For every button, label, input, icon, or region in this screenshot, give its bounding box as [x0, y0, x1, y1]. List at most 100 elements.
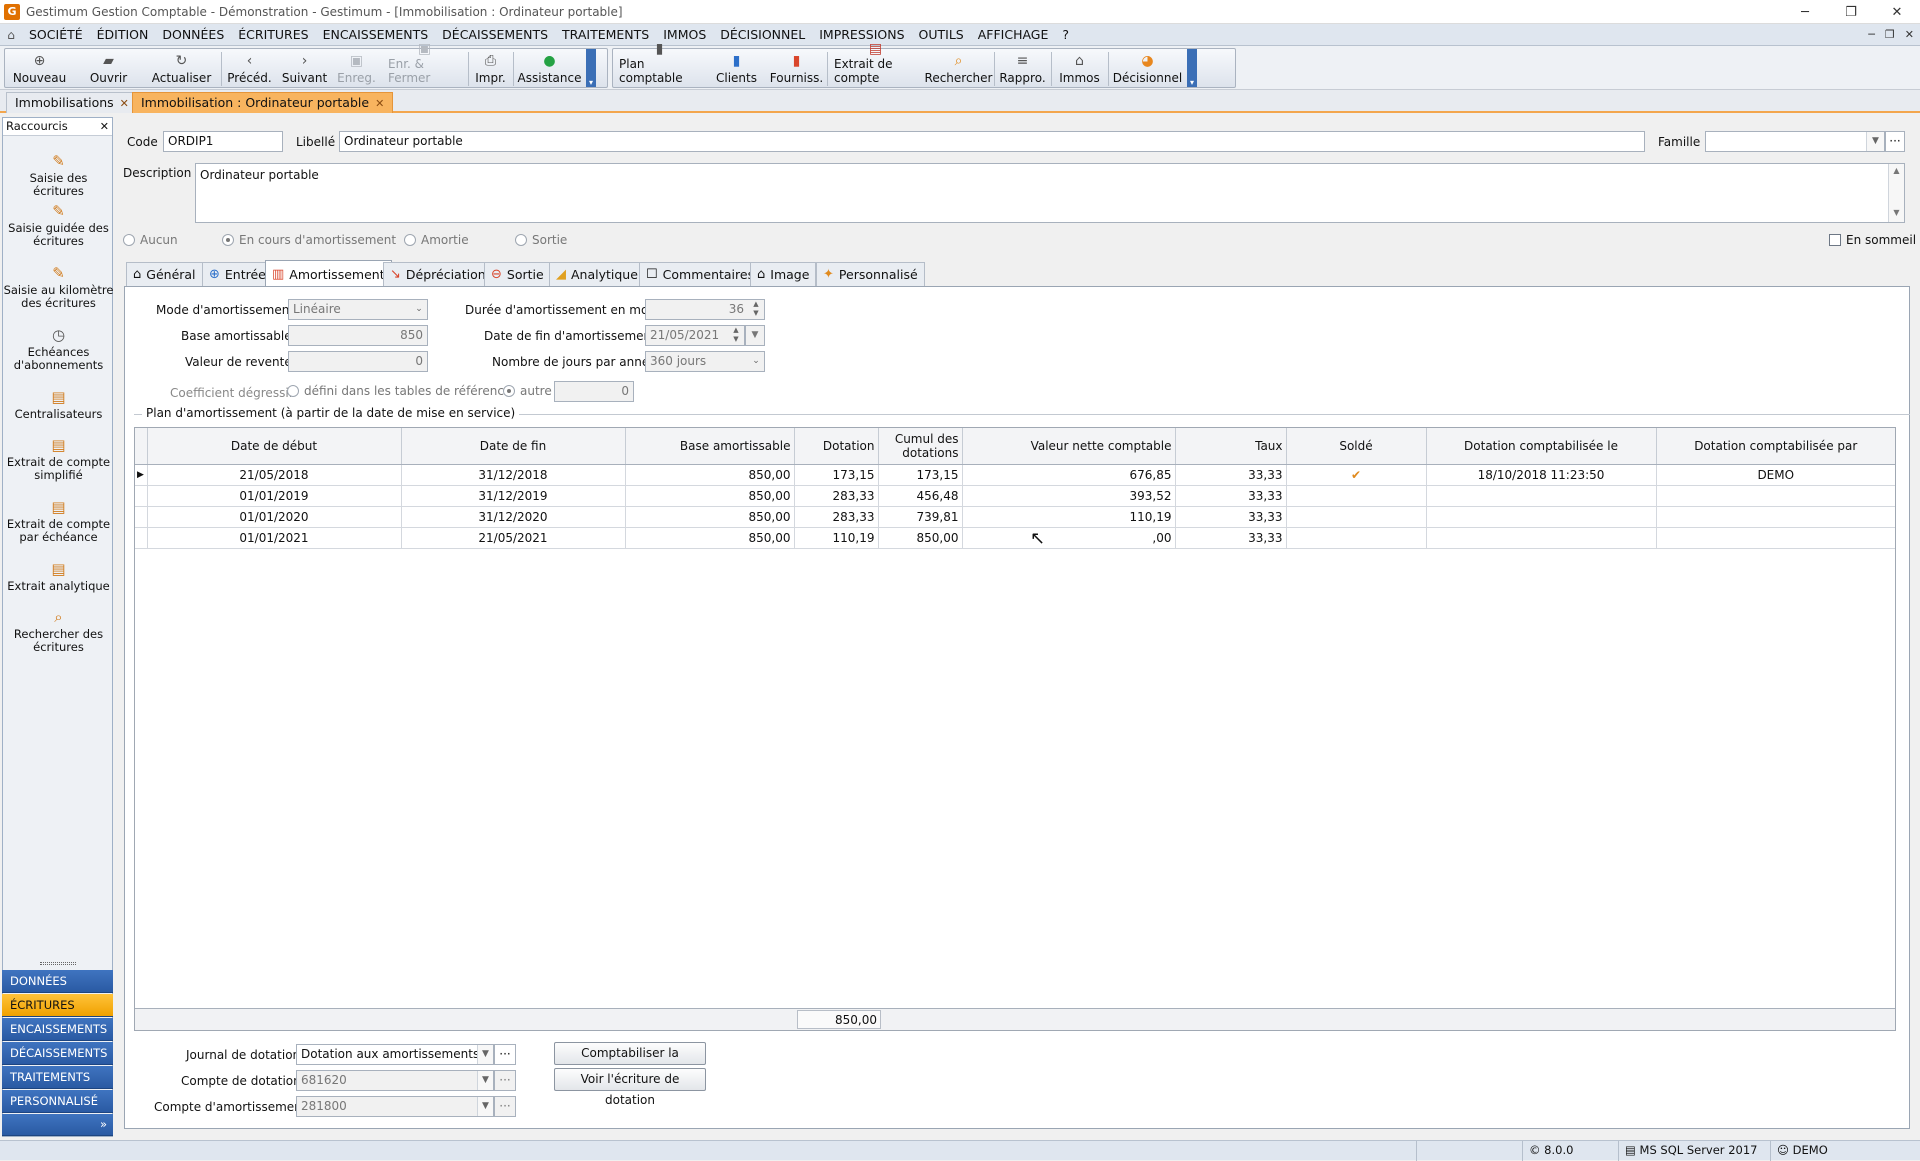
- duree-spinner[interactable]: 36 ▲ ▼: [645, 299, 765, 320]
- open-button[interactable]: ▰ Ouvrir: [75, 49, 143, 87]
- coef-tables-radio[interactable]: défini dans les tables de référence: [287, 384, 511, 398]
- revente-input[interactable]: 0: [288, 351, 428, 372]
- shortcut-saisie-guidee[interactable]: ✎ Saisie guidée des écritures: [3, 202, 114, 248]
- col-compta-par[interactable]: Dotation comptabilisée par: [1656, 428, 1895, 465]
- famille-select[interactable]: ▼: [1705, 131, 1885, 152]
- base-input[interactable]: 850: [288, 325, 428, 346]
- chevron-down-icon[interactable]: ▼: [477, 1097, 493, 1116]
- tab-general[interactable]: ⌂ Général: [126, 262, 203, 286]
- next-button[interactable]: › Suivant: [278, 49, 332, 87]
- shortcut-centralisateurs[interactable]: ▤ Centralisateurs: [3, 388, 114, 421]
- tab-immobilisations[interactable]: Immobilisations ✕: [6, 92, 138, 113]
- toolbar-overflow-icon[interactable]: ▾: [586, 49, 596, 87]
- splitter-handle[interactable]: [40, 962, 76, 965]
- menu-edition[interactable]: ÉDITION: [90, 24, 156, 46]
- close-tab-icon[interactable]: ✕: [375, 97, 384, 110]
- compte-dotation-browse-button[interactable]: ···: [494, 1070, 516, 1091]
- col-dotation[interactable]: Dotation: [794, 428, 879, 465]
- save-close-button[interactable]: ▣ Enr. & Fermer: [382, 41, 468, 87]
- chevron-down-icon[interactable]: ⌄: [411, 300, 427, 319]
- col-taux[interactable]: Taux: [1175, 428, 1287, 465]
- coef-input[interactable]: 0: [554, 381, 634, 402]
- shortcut-rechercher-ecritures[interactable]: ⌕ Rechercher des écritures: [3, 608, 114, 654]
- immos-button[interactable]: ⌂ Immos: [1052, 49, 1108, 87]
- mdi-close-icon[interactable]: ✕: [1905, 24, 1914, 46]
- mode-select[interactable]: Linéaire ⌄: [288, 299, 428, 320]
- search-button[interactable]: ⌕ Rechercher: [924, 49, 994, 87]
- col-date-debut[interactable]: Date de début: [147, 428, 402, 465]
- shortcut-echeances[interactable]: ◷ Echéances d'abonnements: [3, 326, 114, 372]
- tab-depreciation[interactable]: ↘ Dépréciation: [383, 262, 493, 286]
- plan-comptable-button[interactable]: ▮ Plan comptable: [613, 41, 707, 87]
- menu-societe[interactable]: SOCIÉTÉ: [22, 24, 90, 46]
- tab-personnalise[interactable]: ✦ Personnalisé: [816, 262, 925, 286]
- compte-amort-browse-button[interactable]: ···: [494, 1096, 516, 1117]
- menu-impressions[interactable]: IMPRESSIONS: [812, 24, 911, 46]
- shortcut-extrait-analytique[interactable]: ▤ Extrait analytique: [3, 560, 114, 593]
- col-vnc[interactable]: Valeur nette comptable: [962, 428, 1176, 465]
- table-row[interactable]: 01/01/2019 31/12/2019 850,00 283,33 456,…: [135, 485, 1895, 507]
- fournisseurs-button[interactable]: ▮ Fourniss.: [767, 49, 827, 87]
- rappro-button[interactable]: ≡ Rappro.: [995, 49, 1051, 87]
- menu-help[interactable]: ?: [1055, 24, 1076, 46]
- coef-autre-radio[interactable]: autre: [503, 384, 552, 398]
- col-cumul[interactable]: Cumul des dotations: [878, 428, 963, 465]
- solde-check-icon[interactable]: ✔: [1286, 464, 1427, 486]
- nav-more-icon[interactable]: »: [2, 1114, 113, 1136]
- compte-dotation-select[interactable]: 681620 ▼: [296, 1070, 494, 1091]
- jours-select[interactable]: 360 jours ⌄: [645, 351, 765, 372]
- extrait-compte-button[interactable]: ▤ Extrait de compte: [828, 41, 924, 87]
- table-row[interactable]: ▶ 21/05/2018 31/12/2018 850,00 173,15 17…: [135, 464, 1895, 486]
- nav-donnees[interactable]: DONNÉES: [2, 970, 113, 993]
- toolbar-overflow-icon-2[interactable]: ▾: [1187, 49, 1197, 87]
- compte-amort-select[interactable]: 281800 ▼: [296, 1096, 494, 1117]
- status-en-cours-radio[interactable]: En cours d'amortissement: [222, 233, 396, 247]
- print-button[interactable]: ⎙ Impr.: [469, 49, 513, 87]
- col-base[interactable]: Base amortissable: [625, 428, 795, 465]
- famille-browse-button[interactable]: ···: [1885, 131, 1905, 152]
- col-solde[interactable]: Soldé: [1286, 428, 1427, 465]
- menu-affichage[interactable]: AFFICHAGE: [971, 24, 1056, 46]
- clients-button[interactable]: ▮ Clients: [707, 49, 767, 87]
- spinner-arrows-icon[interactable]: ▲ ▼: [728, 326, 744, 345]
- nav-personnalise[interactable]: PERSONNALISÉ: [2, 1090, 113, 1113]
- comptabiliser-dotation-button[interactable]: Comptabiliser la dotation: [554, 1042, 706, 1081]
- tab-amortissement[interactable]: ▥ Amortissement: [265, 260, 392, 287]
- menu-traitements[interactable]: TRAITEMENTS: [555, 24, 656, 46]
- mdi-minimize-icon[interactable]: ─: [1868, 24, 1875, 46]
- mdi-restore-icon[interactable]: ❐: [1885, 24, 1895, 46]
- assistance-button[interactable]: ● Assistance: [514, 49, 586, 87]
- close-button[interactable]: ✕: [1874, 0, 1920, 24]
- status-aucun-radio[interactable]: Aucun: [123, 233, 178, 247]
- journal-select[interactable]: Dotation aux amortissements ▼: [296, 1044, 494, 1065]
- chevron-down-icon[interactable]: ▼: [477, 1045, 493, 1064]
- chevron-down-icon[interactable]: ▼: [477, 1071, 493, 1090]
- code-input[interactable]: ORDIP1: [163, 131, 283, 152]
- nav-decaissements[interactable]: DÉCAISSEMENTS: [2, 1042, 113, 1065]
- decisionnel-button[interactable]: ◕ Décisionnel: [1109, 49, 1187, 87]
- table-row[interactable]: 01/01/2020 31/12/2020 850,00 283,33 739,…: [135, 506, 1895, 528]
- description-textarea[interactable]: Ordinateur portable ▲ ▼: [195, 163, 1905, 223]
- nav-encaissements[interactable]: ENCAISSEMENTS: [2, 1018, 113, 1041]
- journal-browse-button[interactable]: ···: [494, 1044, 516, 1065]
- menu-outils[interactable]: OUTILS: [912, 24, 971, 46]
- calendar-dropdown-icon[interactable]: ▼: [745, 325, 765, 346]
- close-icon[interactable]: ✕: [100, 118, 109, 135]
- shortcut-extrait-echeance[interactable]: ▤ Extrait de compte par échéance: [3, 498, 114, 544]
- previous-button[interactable]: ‹ Précéd.: [222, 49, 278, 87]
- date-fin-input[interactable]: 21/05/2021 ▲ ▼: [645, 325, 745, 346]
- tab-analytique[interactable]: ◢ Analytique: [549, 262, 645, 286]
- chevron-down-icon[interactable]: ▼: [1866, 132, 1884, 151]
- refresh-button[interactable]: ↻ Actualiser: [143, 49, 221, 87]
- minimize-button[interactable]: ─: [1782, 0, 1828, 24]
- shortcut-extrait-simplifie[interactable]: ▤ Extrait de compte simplifié: [3, 436, 114, 482]
- spinner-arrows-icon[interactable]: ▲ ▼: [748, 300, 764, 319]
- menu-decisionnel[interactable]: DÉCISIONNEL: [713, 24, 812, 46]
- status-sortie-radio[interactable]: Sortie: [515, 233, 567, 247]
- libelle-input[interactable]: Ordinateur portable: [339, 131, 1645, 152]
- col-compta-le[interactable]: Dotation comptabilisée le: [1426, 428, 1657, 465]
- chevron-down-icon[interactable]: ⌄: [748, 352, 764, 371]
- tab-sortie[interactable]: ⊖ Sortie: [484, 262, 551, 286]
- description-scrollbar[interactable]: ▲ ▼: [1888, 164, 1904, 222]
- tab-entree[interactable]: ⊕ Entrée: [202, 262, 273, 286]
